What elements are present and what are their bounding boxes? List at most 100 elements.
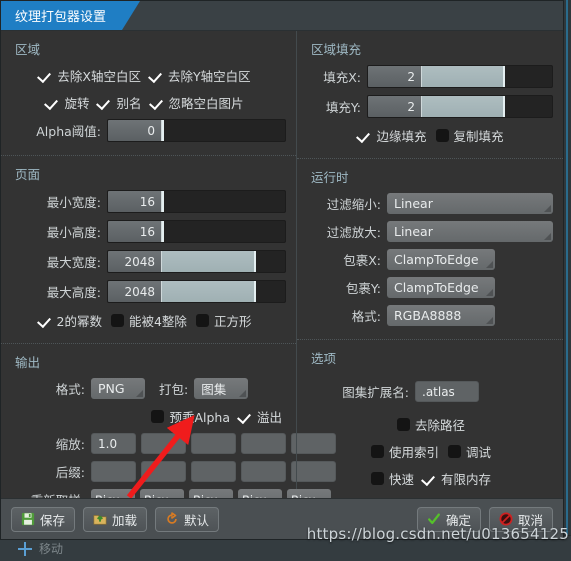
checkbox-label: 有限内存 (441, 471, 492, 487)
wrap-x-dropdown[interactable]: ClampToEdge (387, 249, 495, 270)
resample-dropdown-0[interactable]: Bicu (91, 489, 135, 498)
suffix-input-1[interactable] (141, 461, 186, 482)
group-page: 页面 最小宽度: 16 最小高度: 16 最大宽度: 2048 最大高度: 20… (1, 156, 296, 344)
watermark: https://blog.csdn.net/u013654125 (306, 525, 569, 543)
min-height-label: 最小高度: (46, 225, 101, 240)
tab-label: 纹理打包器设置 (15, 10, 107, 25)
slider-fill (162, 120, 164, 141)
group-output: 输出 格式: PNG 打包: 图集 预乘Alpha 溢出 缩放: 1.0 后缀: (1, 344, 336, 498)
row-fill-y: 填充Y: 2 (309, 95, 553, 118)
checkbox-premultiply-alpha[interactable]: 预乘Alpha (151, 407, 230, 426)
fill-x-label: 填充X: (323, 70, 361, 85)
row-fill-x: 填充X: 2 (309, 65, 553, 88)
checkbox-label: 2的幂数 (56, 313, 102, 329)
suffix-input-2[interactable] (191, 461, 236, 482)
group-region-fill-title: 区域填充 (311, 42, 362, 57)
scale-input-3[interactable] (241, 433, 286, 454)
resample-dropdown-4[interactable]: Bicu (287, 489, 331, 498)
checkbox-fast[interactable]: 快速 (370, 469, 414, 488)
resample-dropdown-3[interactable]: Bicu (238, 489, 282, 498)
checkbox-square[interactable]: 正方形 (195, 311, 251, 330)
row-resample: 重新取样: Bicu Bicu Bicu Bicu (13, 489, 331, 498)
slider-fill (162, 281, 256, 302)
dropdown-value: Linear (394, 224, 433, 239)
screen: 移动 纹理打包器设置 区域 去除X轴空白区 去除Y轴空白区 旋转 别名 忽略空白… (0, 0, 571, 561)
checkbox-strip-y-whitespace[interactable]: 去除Y轴空白区 (150, 66, 251, 85)
options-checkbox-row-3: 快速 有限内存 (309, 468, 553, 488)
output-pack-dropdown[interactable]: 图集 (194, 378, 249, 399)
output-format-label: 格式: (55, 382, 85, 397)
row-output-format: 格式: PNG 打包: 图集 (13, 378, 286, 399)
min-width-value[interactable]: 16 (108, 191, 162, 212)
atlas-extension-label: 图集扩展名: (342, 385, 409, 400)
max-width-slider[interactable]: 2048 (107, 250, 286, 273)
checkbox-bleed[interactable]: 溢出 (239, 407, 282, 426)
max-height-label: 最大高度: (46, 285, 101, 300)
save-button[interactable]: 保存 (11, 506, 76, 532)
row-max-height: 最大高度: 2048 (13, 280, 286, 303)
checkbox-limit-memory[interactable]: 有限内存 (423, 469, 491, 488)
suffix-label: 后缀: (55, 465, 85, 480)
fill-y-slider[interactable]: 2 (367, 95, 553, 118)
max-width-value[interactable]: 2048 (108, 251, 162, 272)
check-icon (239, 410, 252, 423)
suffix-input-3[interactable] (241, 461, 286, 482)
output-format-dropdown[interactable]: PNG (91, 378, 145, 399)
checkbox-multiple-of-four[interactable]: 能被4整除 (110, 311, 187, 330)
suffix-input-0[interactable] (91, 461, 136, 482)
floppy-disk-icon (21, 512, 35, 526)
checkbox-debug[interactable]: 调试 (448, 442, 491, 461)
resample-dropdown-1[interactable]: Bicu (140, 489, 184, 498)
tab-texture-packer-settings[interactable]: 纹理打包器设置 (1, 1, 140, 30)
cancel-icon (499, 512, 513, 526)
max-height-value[interactable]: 2048 (108, 281, 162, 302)
checkbox-strip-x-whitespace[interactable]: 去除X轴空白区 (39, 66, 141, 85)
scale-label: 缩放: (55, 437, 85, 452)
check-icon (435, 128, 449, 142)
checkbox-alias[interactable]: 别名 (98, 93, 141, 112)
mag-filter-dropdown[interactable]: Linear (387, 221, 553, 242)
alpha-threshold-slider[interactable]: 0 (107, 119, 286, 142)
min-width-slider[interactable]: 16 (107, 190, 286, 213)
checkbox-label: 快速 (388, 471, 414, 487)
checkbox-label: 能被4整除 (128, 313, 187, 329)
min-height-value[interactable]: 16 (108, 221, 162, 242)
wrap-y-label: 包裹Y: (345, 281, 381, 296)
checkbox-duplicate-padding[interactable]: 复制填充 (435, 126, 504, 145)
checkbox-label: 去除Y轴空白区 (167, 68, 251, 84)
scale-input-0[interactable]: 1.0 (91, 433, 136, 454)
slider-fill (162, 191, 164, 212)
pixel-format-dropdown[interactable]: RGBA8888 (387, 305, 495, 326)
resample-dropdown-2[interactable]: Bicu (189, 489, 233, 498)
checkbox-power-of-two[interactable]: 2的幂数 (39, 311, 102, 330)
group-region-title: 区域 (15, 42, 41, 57)
default-button[interactable]: 默认 (155, 506, 220, 532)
region-checkbox-row-2: 旋转 别名 忽略空白图片 (13, 92, 286, 112)
min-filter-dropdown[interactable]: Linear (387, 193, 553, 214)
max-height-slider[interactable]: 2048 (107, 280, 286, 303)
check-icon (370, 471, 384, 485)
status-move-label: 移动 (39, 542, 64, 556)
checkbox-edge-padding[interactable]: 边缘填充 (358, 126, 426, 145)
atlas-extension-input[interactable]: .atlas (415, 381, 479, 402)
scale-input-2[interactable] (191, 433, 236, 454)
checkbox-rotation[interactable]: 旋转 (46, 93, 89, 112)
checkbox-use-indexes[interactable]: 使用索引 (370, 442, 439, 461)
fill-y-label: 填充Y: (325, 100, 361, 115)
scale-input-1[interactable] (141, 433, 186, 454)
alpha-threshold-value[interactable]: 0 (108, 120, 162, 141)
checkbox-ignore-blank-images[interactable]: 忽略空白图片 (151, 93, 244, 112)
load-button[interactable]: 加载 (83, 506, 148, 532)
min-height-slider[interactable]: 16 (107, 220, 286, 243)
wrap-y-dropdown[interactable]: ClampToEdge (387, 277, 495, 298)
check-icon (370, 444, 384, 458)
dialog-titlebar: 纹理打包器设置 (1, 1, 563, 31)
group-output-title: 输出 (15, 355, 41, 370)
min-filter-label: 过滤缩小: (326, 197, 381, 212)
checkbox-flatten-paths[interactable]: 去除路径 (396, 415, 465, 434)
check-icon (110, 313, 124, 327)
options-checkbox-row-1: 去除路径 (309, 414, 553, 434)
fill-x-value[interactable]: 2 (368, 66, 422, 87)
fill-y-value[interactable]: 2 (368, 96, 422, 117)
fill-x-slider[interactable]: 2 (367, 65, 553, 88)
